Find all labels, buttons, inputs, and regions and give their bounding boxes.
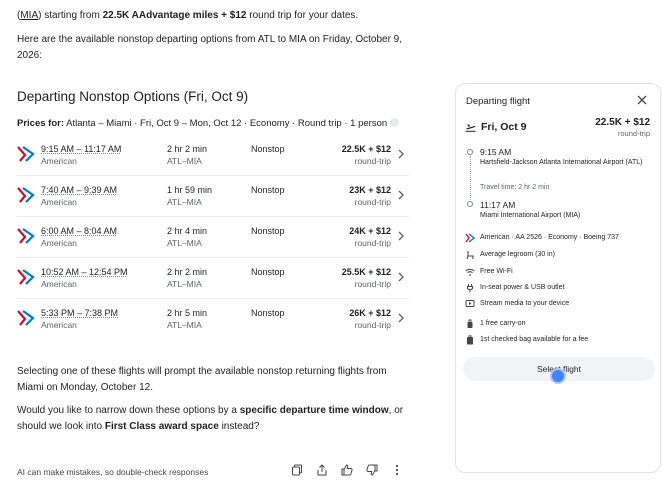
card-price: 22.5K + $12 xyxy=(595,117,650,128)
selecting-text: Selecting one of these flights will prom… xyxy=(17,366,387,393)
flight-airline: American xyxy=(41,320,77,330)
flight-price-sub: round-trip xyxy=(354,197,391,207)
depart-airport: Hartsfield-Jackson Atlanta International… xyxy=(480,159,643,166)
travel-time: Travel time: 2 hr 2 min xyxy=(480,184,550,191)
flight-detail-card: Departing flight Fri, Oct 9 22.5K + $12 … xyxy=(455,83,661,473)
timeline-line xyxy=(469,156,471,200)
amenity-media: Stream media to your device xyxy=(465,299,655,311)
flight-option-row[interactable]: 9:15 AM – 11:17 AM American 2 hr 2 min A… xyxy=(17,135,409,176)
more-vert-icon[interactable] xyxy=(389,462,405,478)
flight-stops: Nonstop xyxy=(251,144,285,154)
flight-airline: American xyxy=(41,156,77,166)
flight-stops: Nonstop xyxy=(251,185,285,195)
flight-airline: American xyxy=(41,279,77,289)
card-title: Departing flight xyxy=(466,96,530,107)
chevron-right-icon[interactable] xyxy=(396,271,406,283)
chevron-right-icon[interactable] xyxy=(396,148,406,160)
american-airlines-logo-icon xyxy=(17,310,35,326)
flight-stops: Nonstop xyxy=(251,226,285,236)
link-icon[interactable] xyxy=(390,117,400,127)
prices-line: Prices for: Atlanta – Miami · Fri, Oct 9… xyxy=(17,116,400,132)
american-airlines-logo-icon xyxy=(17,269,35,285)
legroom-icon xyxy=(466,251,474,260)
chevron-right-icon[interactable] xyxy=(396,189,406,201)
amenity-wifi: Free Wi-Fi xyxy=(465,267,655,279)
amenity-checked-bag: 1st checked bag available for a fee xyxy=(465,335,655,347)
arrive-dot xyxy=(467,201,473,207)
share-icon[interactable] xyxy=(314,462,330,478)
airline-icon xyxy=(465,233,475,243)
amenity-airline: American · AA 2526 · Economy · Boeing 73… xyxy=(465,233,655,245)
american-airlines-logo-icon xyxy=(17,146,35,162)
flight-price-sub: round-trip xyxy=(354,156,391,166)
card-price-sub: round-trip xyxy=(617,129,650,138)
american-airlines-logo-icon xyxy=(17,228,35,244)
flight-option-row[interactable]: 5:33 PM – 7:38 PM American 2 hr 5 min AT… xyxy=(17,299,409,340)
question-text: Would you like to narrow down these opti… xyxy=(17,405,404,432)
depart-time: 9:15 AM xyxy=(480,147,512,157)
flight-option-row[interactable]: 6:00 AM – 8:04 AM American 2 hr 4 min AT… xyxy=(17,217,409,258)
wifi-icon xyxy=(465,268,475,276)
flight-airline: American xyxy=(41,238,77,248)
flight-option-row[interactable]: 10:52 AM – 12:54 PM American 2 hr 2 min … xyxy=(17,258,409,299)
amenity-legroom: Average legroom (30 in) xyxy=(465,250,655,262)
power-icon xyxy=(467,284,473,293)
amenity-power: In-seat power & USB outlet xyxy=(465,283,655,295)
flight-list: 9:15 AM – 11:17 AM American 2 hr 2 min A… xyxy=(17,135,409,340)
flight-price-sub: round-trip xyxy=(354,320,391,330)
available-text: Here are the available nonstop departing… xyxy=(17,34,403,61)
copy-icon[interactable] xyxy=(289,462,305,478)
arrive-airport: Miami International Airport (MIA) xyxy=(480,212,581,219)
flight-route: ATL–MIA xyxy=(167,197,202,207)
flight-route: ATL–MIA xyxy=(167,238,202,248)
amenity-carry-on: 1 free carry-on xyxy=(465,319,655,331)
chevron-right-icon[interactable] xyxy=(396,312,406,324)
flight-route: ATL–MIA xyxy=(167,279,202,289)
flight-route: ATL–MIA xyxy=(167,156,202,166)
cursor-indicator xyxy=(550,368,566,384)
flight-stops: Nonstop xyxy=(251,308,285,318)
flight-stops: Nonstop xyxy=(251,267,285,277)
intro-text: (MIA) starting from 22.5K AAdvantage mil… xyxy=(17,10,359,21)
chevron-right-icon[interactable] xyxy=(396,230,406,242)
carry-on-icon xyxy=(467,319,473,328)
american-airlines-logo-icon xyxy=(17,187,35,203)
checked-bag-icon xyxy=(467,335,473,345)
flight-airline: American xyxy=(41,197,77,207)
arrive-time: 11:17 AM xyxy=(480,200,516,210)
close-icon[interactable] xyxy=(636,94,648,106)
thumbs-down-icon[interactable] xyxy=(364,462,380,478)
flight-price-sub: round-trip xyxy=(354,279,391,289)
options-title: Departing Nonstop Options (Fri, Oct 9) xyxy=(17,89,249,104)
depart-dot xyxy=(467,149,473,155)
thumbs-up-icon[interactable] xyxy=(339,462,355,478)
media-icon xyxy=(465,300,475,307)
disclaimer: AI can make mistakes, so double-check re… xyxy=(17,467,209,477)
flight-route: ATL–MIA xyxy=(167,320,202,330)
flight-option-row[interactable]: 7:40 AM – 9:39 AM American 1 hr 59 min A… xyxy=(17,176,409,217)
flight-date: Fri, Oct 9 xyxy=(481,121,527,133)
airport-code-link[interactable]: MIA xyxy=(20,10,38,21)
flight-price-sub: round-trip xyxy=(354,238,391,248)
takeoff-icon xyxy=(465,124,476,132)
response-actions xyxy=(289,462,414,478)
